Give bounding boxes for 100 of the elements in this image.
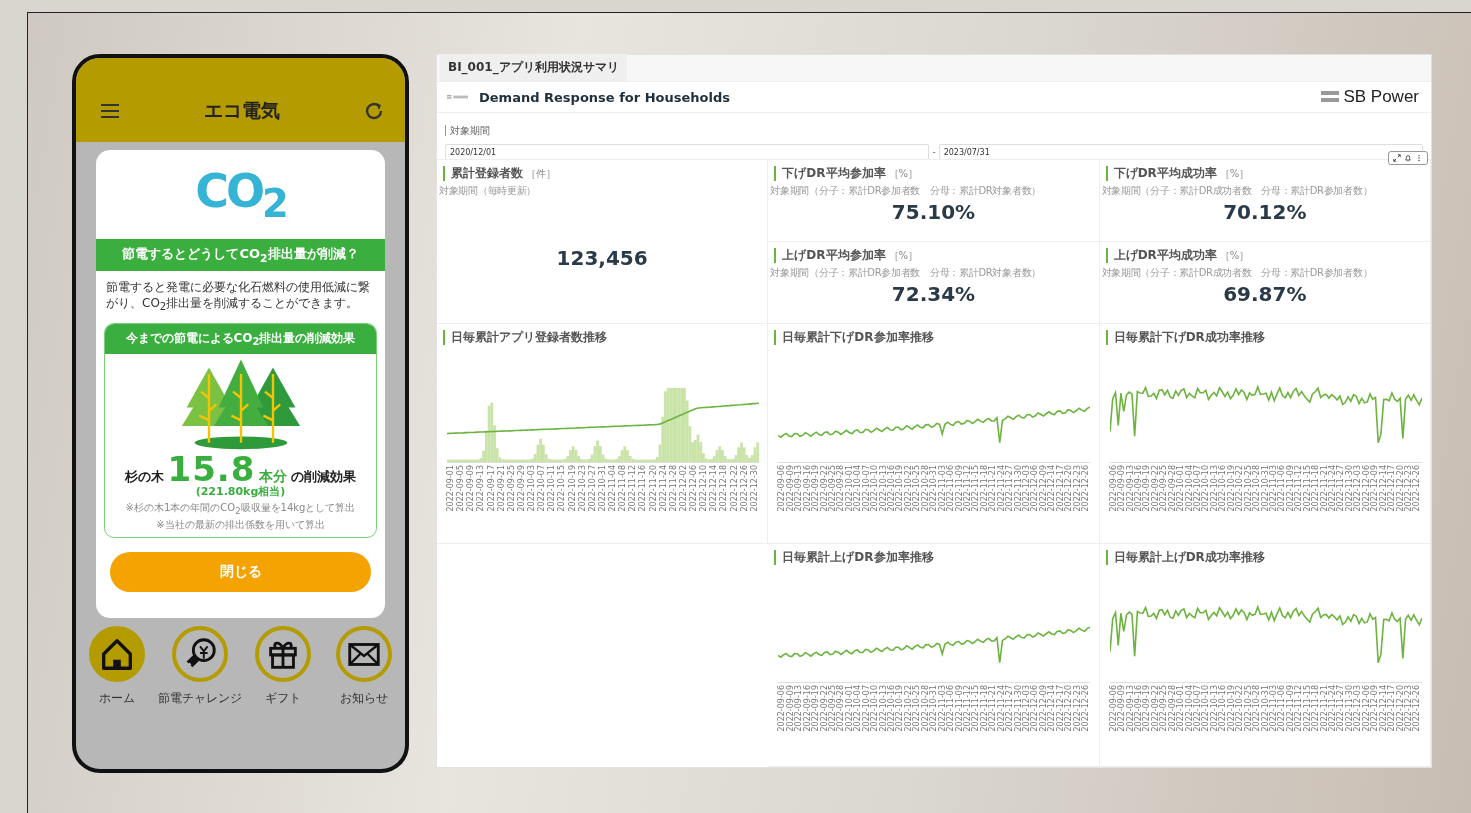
axis-label: 2022-10-01	[845, 465, 854, 512]
axis-label: 2022-10-25	[913, 685, 922, 732]
axis-label: 2022-11-30	[1345, 465, 1354, 512]
axis-label: 2022-11-18	[1312, 685, 1321, 732]
chart-title: 日毎累計上げDR参加率推移	[782, 549, 934, 566]
expand-icon[interactable]	[1393, 154, 1401, 162]
axis-label: 2022-12-14	[1379, 685, 1388, 732]
axis-label: 2022-11-03	[1269, 465, 1278, 512]
axis-label: 2022-11-03	[938, 685, 947, 732]
nav-label: 節電チャレンジ	[157, 689, 242, 707]
axis-label: 2022-10-10	[1202, 685, 1211, 732]
axis-label: 2022-12-14	[710, 465, 719, 512]
axis-label: 2022-10-01	[1177, 685, 1186, 732]
dialog-heading: 節電するとどうしてCO$_{2}$排出量が削減？	[96, 239, 385, 271]
axis-label: 2022-12-26	[1082, 465, 1091, 512]
axis-label: 2022-11-12	[963, 465, 972, 512]
axis-label: 2022-11-06	[947, 465, 956, 512]
axis-label: 2022-09-16	[1134, 465, 1143, 512]
axis-label: 2022-12-22	[730, 465, 739, 512]
kpi-note: 対象期間（分子：累計DR成功者数 分母：累計DR参加者数）	[1101, 266, 1374, 280]
axis-label: 2022-10-31	[930, 465, 939, 512]
axis-label: 2022-11-18	[980, 685, 989, 732]
effect-heading: 今までの節電によるCO$_{2}$排出量の削減効果	[105, 324, 376, 354]
axis-label: 2022-10-31	[1261, 685, 1270, 732]
axis-label: 2022-12-14	[1048, 465, 1057, 512]
axis-label: 2022-11-03	[938, 465, 947, 512]
result-unit: 本分	[259, 467, 288, 485]
axis-label: 2022-09-16	[803, 465, 812, 512]
footnote: ※杉の木1本の年間のCO$_{2}$吸収量を14kgとして算出	[125, 500, 356, 518]
axis-label: 2022-12-20	[1065, 685, 1074, 732]
nav-button[interactable]	[254, 625, 311, 682]
axis-label: 2022-11-15	[1303, 685, 1312, 732]
axis-label: 2022-10-01	[845, 685, 854, 732]
axis-label: 2022-10-04	[1185, 685, 1194, 732]
axis-label: 2022-09-13	[795, 465, 804, 512]
axis-label: 2022-09-22	[1151, 685, 1160, 732]
bell-icon[interactable]	[1404, 154, 1412, 162]
axis-label: 2022-12-17	[1056, 685, 1065, 732]
axis-label: 2022-12-18	[720, 465, 729, 512]
axis-label: 2022-10-04	[854, 465, 863, 512]
chart-title: 日毎累計下げDR成功率推移	[1113, 329, 1265, 346]
brand-name: SB Power	[1343, 87, 1419, 107]
axis-label: 2022-12-02	[679, 465, 688, 512]
axis-label: 2022-11-12	[963, 685, 972, 732]
nav-label: ホーム	[98, 689, 135, 707]
dialog-text: 節電すると発電に必要な化石燃料の使用低減に繋がり、CO$_{2}$排出量を削減することができます。	[106, 278, 371, 315]
axis-label: 2022-10-16	[1219, 685, 1228, 732]
axis-label: 2022-10-22	[1236, 685, 1245, 732]
axis-label: 2022-11-12	[629, 465, 638, 512]
report-tab[interactable]: BI_001_アプリ利用状況サマリ	[440, 54, 627, 81]
start-date-field[interactable]: 2020/12/01	[445, 144, 930, 160]
axis-label: 2022-12-23	[1404, 465, 1413, 512]
nav-button[interactable]	[336, 625, 393, 682]
axis-label: 2022-10-19	[1227, 465, 1236, 512]
axis-label: 2022-11-12	[1295, 465, 1304, 512]
axis-label: 2022-12-03	[1023, 685, 1031, 732]
axis-label: 2022-09-09	[786, 465, 795, 512]
menu-icon[interactable]	[100, 103, 120, 119]
chart-title: 日毎累計上げDR成功率推移	[1113, 549, 1265, 566]
axis-label: 2022-09-16	[1134, 685, 1143, 732]
axis-label: 2022-10-25	[913, 465, 922, 512]
axis-label: 2022-11-03	[1269, 685, 1278, 732]
axis-label: 2022-09-06	[778, 685, 787, 732]
nav-button[interactable]	[171, 625, 228, 682]
axis-label: 2022-11-24	[659, 465, 668, 512]
kpi-value: 123,456	[556, 245, 648, 270]
axis-label: 2022-09-09	[1118, 465, 1127, 512]
axis-label: 2022-11-18	[1312, 465, 1321, 512]
kpi-note: 対象期間（毎時更新）	[439, 184, 537, 198]
axis-label: 2022-12-03	[1354, 465, 1363, 512]
axis-label: 2022-11-06	[947, 685, 956, 732]
axis-label: 2022-11-06	[1278, 465, 1287, 512]
axis-label: 2022-11-30	[1014, 685, 1023, 732]
axis-label: 2022-11-04	[609, 465, 617, 512]
axis-label: 2022-12-23	[1404, 685, 1413, 732]
end-date-field[interactable]: 2023/07/31	[938, 144, 1423, 160]
axis-label: 2022-12-10	[700, 465, 709, 512]
axis-label: 2022-11-09	[955, 685, 964, 732]
axis-label: 2022-10-16	[888, 685, 896, 732]
axis-label: 2022-09-09	[786, 685, 795, 732]
axis-label: 2022-11-21	[1320, 685, 1329, 732]
more-icon[interactable]	[1415, 154, 1423, 162]
axis-label: 2022-09-13	[1126, 465, 1135, 512]
axis-label: 2022-11-27	[1006, 685, 1015, 732]
refresh-icon[interactable]	[363, 100, 385, 122]
axis-label: 2022-09-06	[1109, 685, 1118, 732]
kpi-title: 下げDR平均参加率	[782, 165, 886, 182]
axis-label: 2022-11-21	[989, 685, 998, 732]
axis-label: 2022-11-15	[1303, 465, 1312, 512]
kpi-value: 72.34%	[891, 282, 976, 306]
axis-label: 2022-12-14	[1379, 465, 1388, 512]
axis-label: 2022-09-09	[467, 465, 476, 512]
footnote: ※当社の最新の排出係数を用いて算出	[156, 517, 325, 531]
axis-label: 2022-10-19	[896, 685, 905, 732]
nav-label: ギフト	[264, 689, 301, 707]
kpi-title: 上げDR平均参加率	[782, 247, 886, 264]
axis-label: 2022-10-19	[1227, 685, 1236, 732]
axis-label: 2022-11-12	[1295, 685, 1304, 732]
axis-label: 2022-11-09	[1286, 465, 1295, 512]
axis-label: 2022-11-20	[649, 465, 658, 512]
